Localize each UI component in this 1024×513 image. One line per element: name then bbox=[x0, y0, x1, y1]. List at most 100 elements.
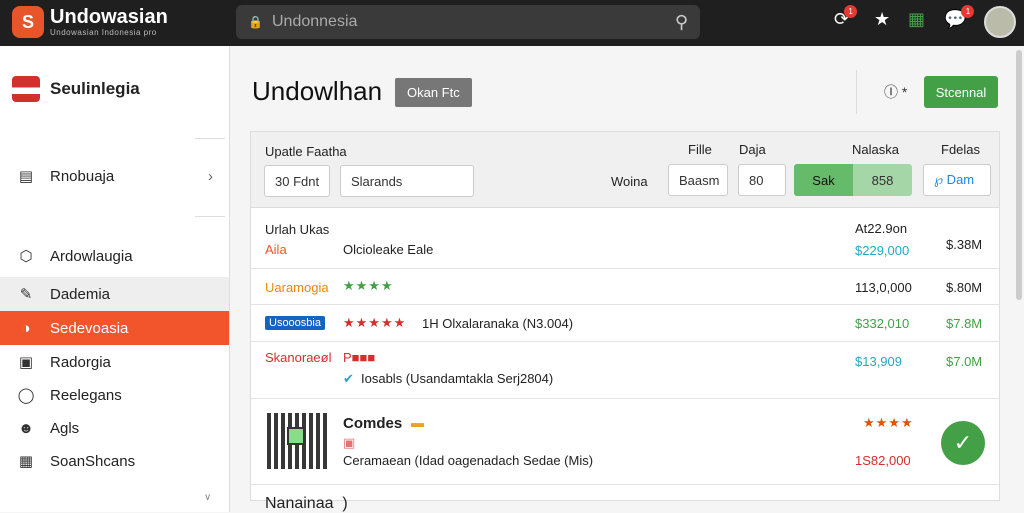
info-button[interactable]: Ⓘ * bbox=[884, 82, 907, 102]
row-price: $332,010 bbox=[855, 316, 910, 331]
row-desc: 1H Olxalaranaka (N3.004) bbox=[422, 316, 574, 331]
sidebar-item-dademia[interactable]: ✎ Dademia bbox=[0, 277, 229, 311]
table-icon: ▦ bbox=[18, 453, 34, 470]
row-name: Comdes bbox=[343, 415, 403, 432]
search-input[interactable]: 🔒 Undonnesia ⚲ bbox=[236, 5, 700, 39]
photo-icon: ▣ bbox=[343, 435, 356, 450]
notification-badge: 1 bbox=[844, 5, 858, 18]
filter-label-fdelas: Fdelas bbox=[941, 142, 981, 157]
search-icon[interactable]: ⚲ bbox=[675, 12, 688, 33]
sidebar-item-label: Sedevoasia bbox=[50, 319, 129, 337]
table-row[interactable]: Nanainaa ) bbox=[251, 485, 999, 512]
avatar[interactable] bbox=[984, 6, 1016, 38]
sidebar-item-label: Agls bbox=[50, 419, 80, 437]
sidebar-item-agls[interactable]: ☻ Agls bbox=[0, 411, 229, 445]
row-price: $229,000 bbox=[855, 243, 910, 258]
sidebar: Seulinlegia ▤ Rnobuaja › ⬡ Ardowlaugia ✎… bbox=[0, 46, 230, 512]
table-row[interactable]: Usooosbia ★★★★★ 1H Olxalaranaka (N3.004)… bbox=[251, 305, 999, 342]
table-row[interactable]: Urlah Ukas Aila Olcioleake Eale At22.9on… bbox=[251, 209, 999, 269]
sidebar-brand-label: Seulinlegia bbox=[50, 79, 140, 98]
row-price: $13,909 bbox=[855, 354, 902, 369]
row-rating-stars: ★★★★★ bbox=[343, 315, 407, 330]
row-name: Skanoraeøl bbox=[265, 350, 332, 365]
app-logo[interactable]: S bbox=[12, 6, 44, 38]
pen-icon: ✎ bbox=[19, 286, 33, 303]
shield-icon: ◑ bbox=[21, 319, 31, 337]
divider bbox=[195, 216, 225, 217]
row-desc: Olcioleake Eale bbox=[343, 242, 434, 257]
scrollbar[interactable] bbox=[1016, 50, 1022, 300]
filter-label-nalaska: Nalaska bbox=[852, 142, 899, 157]
page-title: Undowlhan bbox=[252, 76, 383, 106]
filter-input-font[interactable]: 30 Fdnt bbox=[264, 165, 330, 197]
chevron-right-icon: › bbox=[208, 167, 213, 185]
sidebar-item-label: Reelegans bbox=[50, 386, 122, 404]
filter-bar: Upatle Faatha Fille Daja Nalaska Fdelas … bbox=[251, 132, 999, 208]
refresh-icon[interactable]: ⟳ 1 bbox=[834, 5, 858, 30]
sidebar-item-ardowlaugia[interactable]: ⬡ Ardowlaugia bbox=[0, 239, 229, 273]
row-price: 113,0,000 bbox=[855, 280, 912, 295]
filter-input-base[interactable]: Baasm bbox=[668, 164, 728, 196]
segment-option-a[interactable]: Sak bbox=[794, 164, 853, 196]
row-price: 1S82,000 bbox=[855, 453, 911, 468]
chat-badge: 1 bbox=[961, 5, 975, 18]
row-name-badge: Usooosbia bbox=[265, 316, 325, 330]
filter-label-daja: Daja bbox=[739, 142, 766, 157]
app-brand-name: Undowasian bbox=[50, 6, 168, 28]
sidebar-item-sedevoasia[interactable]: ◑ Sedevoasia bbox=[0, 311, 229, 345]
row-sub: Aila bbox=[265, 242, 287, 257]
hexagon-icon: ⬡ bbox=[19, 248, 33, 265]
row-name: Urlah Ukas bbox=[265, 222, 330, 237]
filter-input-number[interactable]: 80 bbox=[738, 164, 786, 196]
segmented-toggle[interactable]: Sak 858 bbox=[794, 164, 912, 196]
pin-icon: ◯ bbox=[17, 387, 35, 404]
sidebar-item-radorgia[interactable]: ▣ Radorgia bbox=[0, 345, 229, 379]
star-icon[interactable]: ★ bbox=[874, 9, 890, 30]
lock-icon: 🔒 bbox=[248, 15, 263, 29]
collapse-icon[interactable]: ∨ bbox=[204, 492, 211, 503]
sidebar-brand: Seulinlegia bbox=[12, 76, 140, 102]
row-price-top: At22.9on bbox=[855, 221, 908, 236]
filter-input-dam[interactable]: ℘ Dam bbox=[923, 164, 991, 196]
row-desc: Ceramaean (Idad oagenadach Sedae (Mis) bbox=[343, 453, 594, 468]
row-rate: $7.8M bbox=[946, 316, 983, 331]
row-rate: $7.0M bbox=[946, 354, 983, 369]
row-rating-stars: ★★★★ bbox=[343, 278, 394, 293]
sheet-icon[interactable]: ▦ bbox=[908, 9, 925, 30]
flag-icon: ▬ bbox=[411, 415, 424, 430]
image-icon: ▣ bbox=[18, 354, 34, 371]
filter-label-file: Fille bbox=[688, 142, 712, 157]
search-input-value: Undonnesia bbox=[272, 13, 358, 30]
results-card: Upatle Faatha Fille Daja Nalaska Fdelas … bbox=[250, 131, 1000, 512]
table-row[interactable]: Comdes ▬ ▣ Ceramaean (Idad oagenadach Se… bbox=[251, 399, 999, 485]
sidebar-item-label: Ardowlaugia bbox=[50, 247, 133, 265]
table-row[interactable]: Uaramogia ★★★★ 113,0,000 $.80M bbox=[251, 269, 999, 305]
sidebar-item-rnobuaja[interactable]: ▤ Rnobuaja › bbox=[0, 159, 229, 193]
sidebar-item-label: Dademia bbox=[50, 285, 111, 303]
sidebar-item-soanshcans[interactable]: ▦ SoanShcans bbox=[0, 444, 229, 478]
filter-label-woina: Woina bbox=[611, 174, 648, 189]
flag-icon bbox=[12, 76, 40, 102]
list-icon: ▤ bbox=[18, 168, 34, 185]
sidebar-item-label: Rnobuaja bbox=[50, 167, 115, 185]
row-tag: P■■■ bbox=[343, 350, 376, 365]
chat-icon[interactable]: 💬 1 bbox=[944, 5, 975, 30]
confirm-check-button[interactable]: ✓ bbox=[941, 421, 985, 465]
sidebar-item-reelegans[interactable]: ◯ Reelegans bbox=[0, 378, 229, 412]
row-name: Nanainaa ) bbox=[265, 495, 348, 512]
sidebar-item-label: SoanShcans bbox=[50, 452, 136, 470]
filter-pill-button[interactable]: Okan Ftc bbox=[395, 78, 472, 107]
user-icon: ☻ bbox=[18, 419, 34, 437]
row-rating-stars: ★★★★ bbox=[863, 415, 914, 430]
row-desc: Iosabls (Usandamtakla Serj2804) bbox=[361, 371, 554, 386]
table-row[interactable]: Skanoraeøl P■■■ ✔ Iosabls (Usandamtakla … bbox=[251, 342, 999, 399]
divider bbox=[195, 138, 225, 139]
segment-option-b[interactable]: 858 bbox=[853, 164, 912, 196]
sidebar-item-label: Radorgia bbox=[50, 353, 111, 371]
app-brand-subtitle: Undowasian Indonesia pro bbox=[50, 28, 157, 37]
row-rate: $.38M bbox=[946, 237, 983, 252]
primary-action-button[interactable]: Stcennal bbox=[924, 76, 998, 108]
top-bar: S Undowasian Undowasian Indonesia pro 🔒 … bbox=[0, 0, 1024, 46]
filter-input-standards[interactable]: Slarands bbox=[340, 165, 474, 197]
row-name: Uaramogia bbox=[265, 280, 329, 295]
